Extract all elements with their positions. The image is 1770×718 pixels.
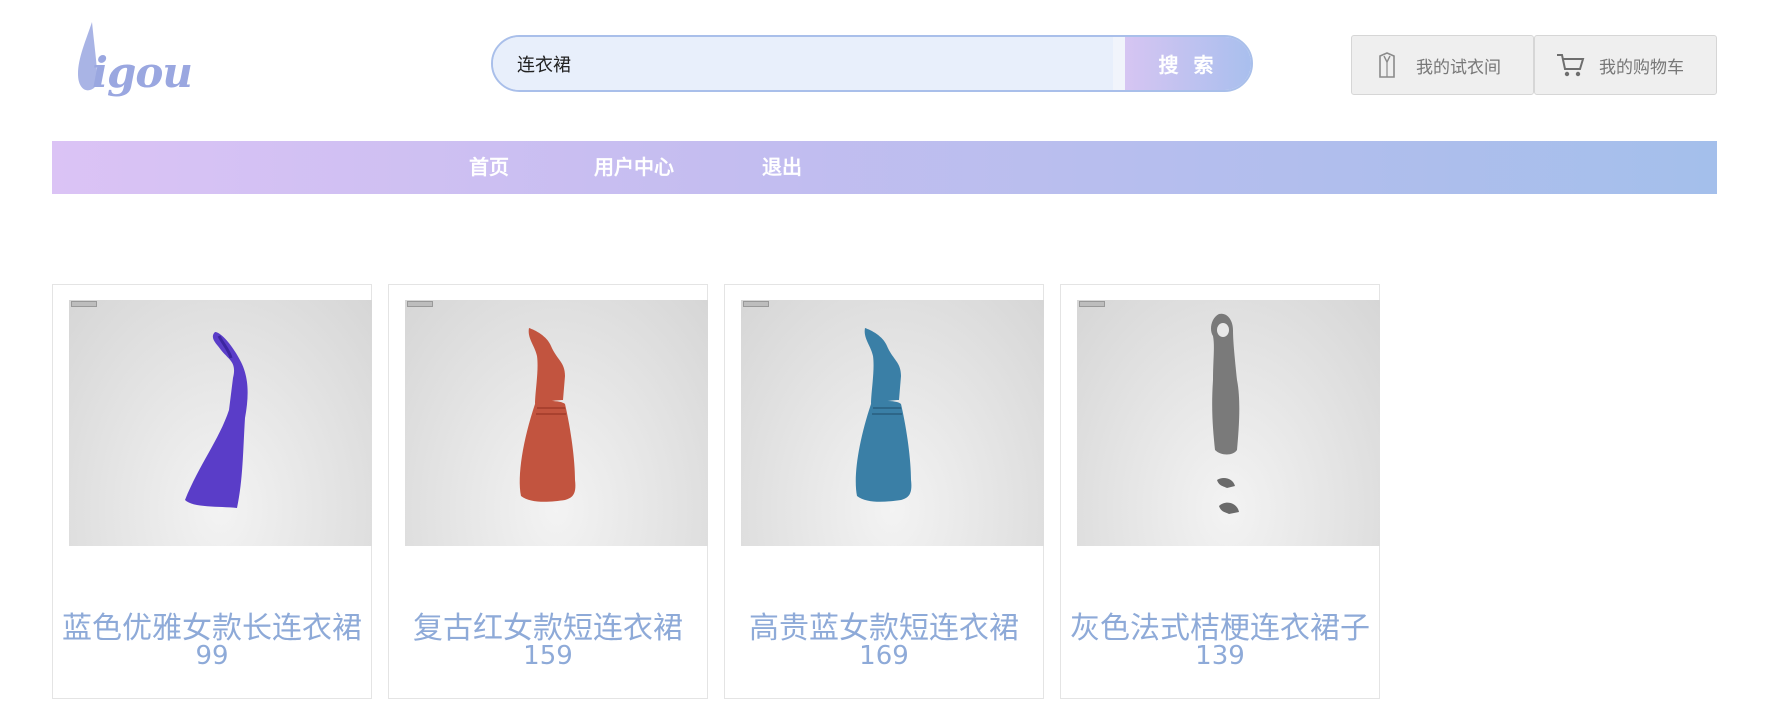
product-price: 99 <box>195 641 229 671</box>
search-bar: 搜 索 <box>491 35 1253 92</box>
dress-icon <box>1211 313 1240 514</box>
search-divider <box>1113 37 1125 90</box>
search-button[interactable]: 搜 索 <box>1125 37 1251 90</box>
product-price: 159 <box>523 641 573 671</box>
my-fitting-room-button[interactable]: 我的试衣间 <box>1351 35 1534 95</box>
product-image[interactable] <box>69 300 372 546</box>
dress-icon <box>855 328 912 502</box>
nav-item-user-center[interactable]: 用户中心 <box>594 141 674 194</box>
cart-icon <box>1555 50 1585 80</box>
my-cart-button[interactable]: 我的购物车 <box>1534 35 1717 95</box>
product-image[interactable] <box>1077 300 1380 546</box>
search-input[interactable] <box>493 37 1113 90</box>
product-image[interactable] <box>405 300 708 546</box>
hanger-icon <box>1372 50 1402 80</box>
product-image[interactable] <box>741 300 1044 546</box>
logo-text: igou <box>92 48 193 97</box>
product-card[interactable]: 高贵蓝女款短连衣裙 169 <box>724 284 1044 699</box>
product-card[interactable]: 复古红女款短连衣裙 159 <box>388 284 708 699</box>
main-nav: 首页 用户中心 退出 <box>52 141 1717 194</box>
dress-icon <box>519 328 576 502</box>
product-card[interactable]: 蓝色优雅女款长连衣裙 99 <box>52 284 372 699</box>
dress-icon <box>185 332 248 508</box>
product-price: 139 <box>1195 641 1245 671</box>
product-card[interactable]: 灰色法式桔梗连衣裙子 139 <box>1060 284 1380 699</box>
cart-label: 我的购物车 <box>1599 57 1684 78</box>
site-logo[interactable]: igou <box>72 18 202 98</box>
product-price: 169 <box>859 641 909 671</box>
nav-item-logout[interactable]: 退出 <box>762 141 802 194</box>
nav-item-home[interactable]: 首页 <box>469 141 509 194</box>
fitting-room-label: 我的试衣间 <box>1416 57 1501 78</box>
